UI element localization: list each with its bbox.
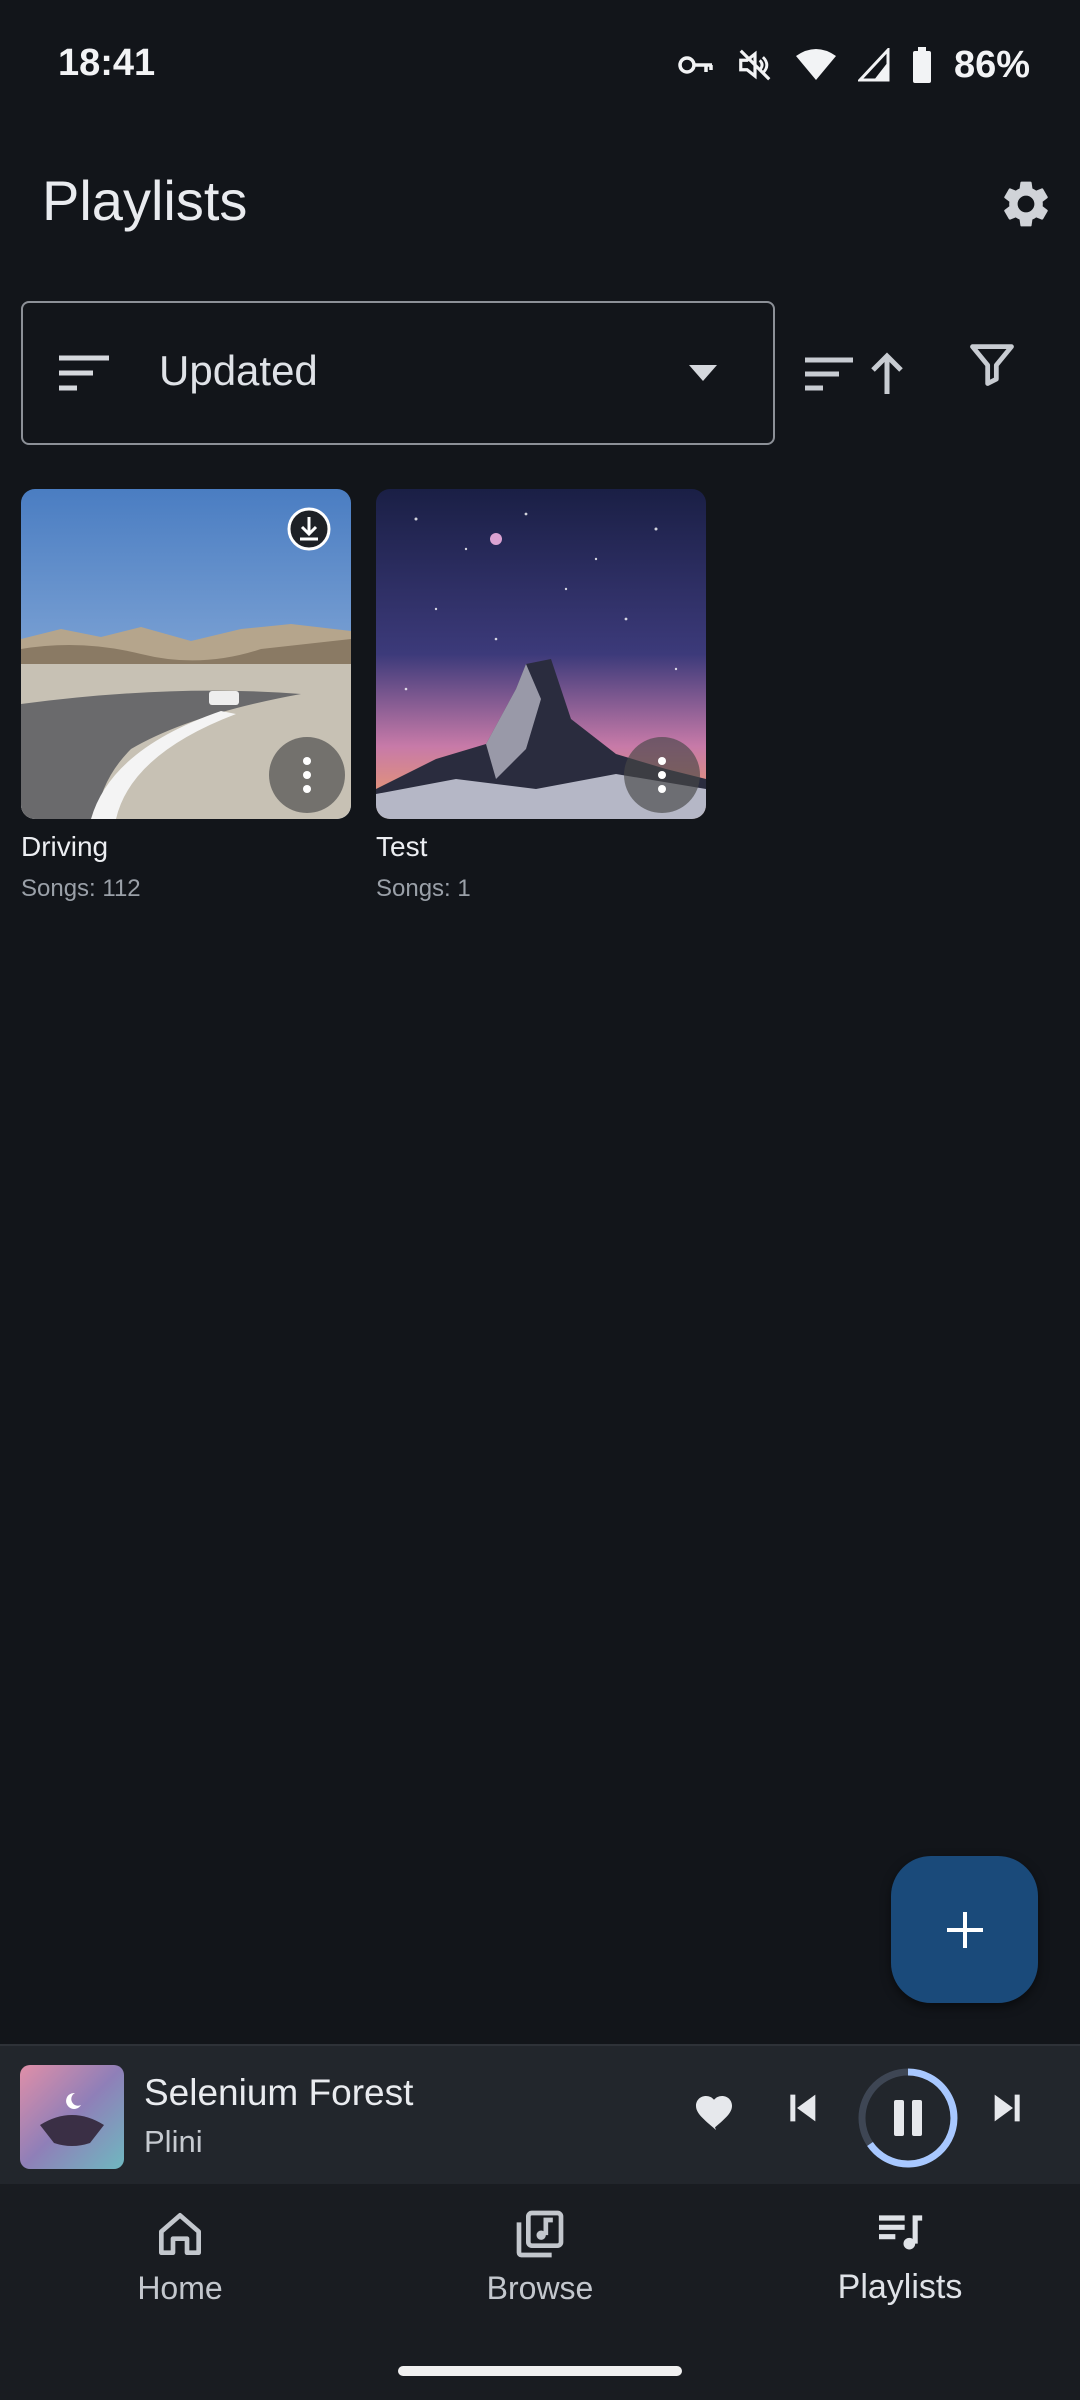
next-button[interactable] xyxy=(988,2088,1044,2144)
nav-browse-label: Browse xyxy=(486,2270,594,2306)
nav-playlists[interactable]: Playlists xyxy=(800,2204,1000,2307)
playlist-card-driving[interactable]: Driving Songs: 112 xyxy=(21,489,351,903)
sort-direction-button[interactable] xyxy=(795,340,905,404)
mute-icon xyxy=(736,46,774,84)
page-title: Playlists xyxy=(42,169,248,232)
chevron-down-icon xyxy=(689,365,717,381)
sort-icon xyxy=(59,355,109,391)
filter-icon xyxy=(970,344,1014,386)
playlist-cover-driving xyxy=(21,489,351,819)
sort-ascending-icon xyxy=(805,352,903,394)
status-bar: 18:41 86% xyxy=(0,0,1080,130)
settings-button[interactable] xyxy=(994,172,1058,236)
mini-player[interactable]: Selenium Forest Plini xyxy=(0,2044,1080,2186)
nav-home[interactable]: Home xyxy=(80,2206,280,2307)
battery-icon xyxy=(912,47,932,83)
pause-icon xyxy=(858,2068,958,2168)
playlist-song-count: Songs: 1 xyxy=(376,875,471,902)
nav-playlists-label: Playlists xyxy=(837,2268,963,2306)
filter-button[interactable] xyxy=(966,338,1030,406)
wifi-icon xyxy=(795,48,836,82)
playlist-cover-test xyxy=(376,489,706,819)
downloaded-icon xyxy=(287,507,331,551)
home-indicator xyxy=(398,2366,682,2376)
playlist-card-test[interactable]: Test Songs: 1 xyxy=(376,489,706,903)
add-playlist-button[interactable] xyxy=(891,1856,1038,2003)
now-playing-title: Selenium Forest xyxy=(144,2072,414,2113)
nav-browse[interactable]: Browse xyxy=(440,2206,640,2307)
like-button[interactable] xyxy=(692,2088,748,2144)
cell-signal-icon xyxy=(857,48,890,82)
battery-percent: 86% xyxy=(953,43,1030,86)
more-vert-icon xyxy=(303,757,311,793)
vpn-key-icon xyxy=(678,53,714,77)
sort-selected-value: Updated xyxy=(159,347,318,394)
playlist-more-button[interactable] xyxy=(269,737,345,813)
home-icon xyxy=(159,2213,202,2255)
previous-button[interactable] xyxy=(782,2088,838,2144)
library-music-icon xyxy=(516,2210,564,2258)
playlist-more-button[interactable] xyxy=(624,737,700,813)
nav-home-label: Home xyxy=(137,2270,223,2306)
queue-music-icon xyxy=(879,2215,923,2250)
heart-icon xyxy=(696,2096,732,2130)
status-icons: 86% xyxy=(678,40,1030,90)
gear-icon xyxy=(1004,181,1048,227)
playlist-name: Test xyxy=(376,831,428,862)
pause-button[interactable] xyxy=(856,2066,960,2170)
now-playing-artist: Plini xyxy=(144,2124,203,2159)
skip-next-icon xyxy=(994,2094,1020,2122)
status-time: 18:41 xyxy=(58,42,156,84)
playlist-name: Driving xyxy=(21,831,109,862)
plus-icon xyxy=(946,1911,983,1948)
sort-dropdown[interactable]: Updated xyxy=(21,301,775,445)
playlist-song-count: Songs: 112 xyxy=(21,875,141,902)
more-vert-icon xyxy=(658,757,666,793)
skip-previous-icon xyxy=(790,2094,816,2122)
album-art xyxy=(20,2065,124,2169)
